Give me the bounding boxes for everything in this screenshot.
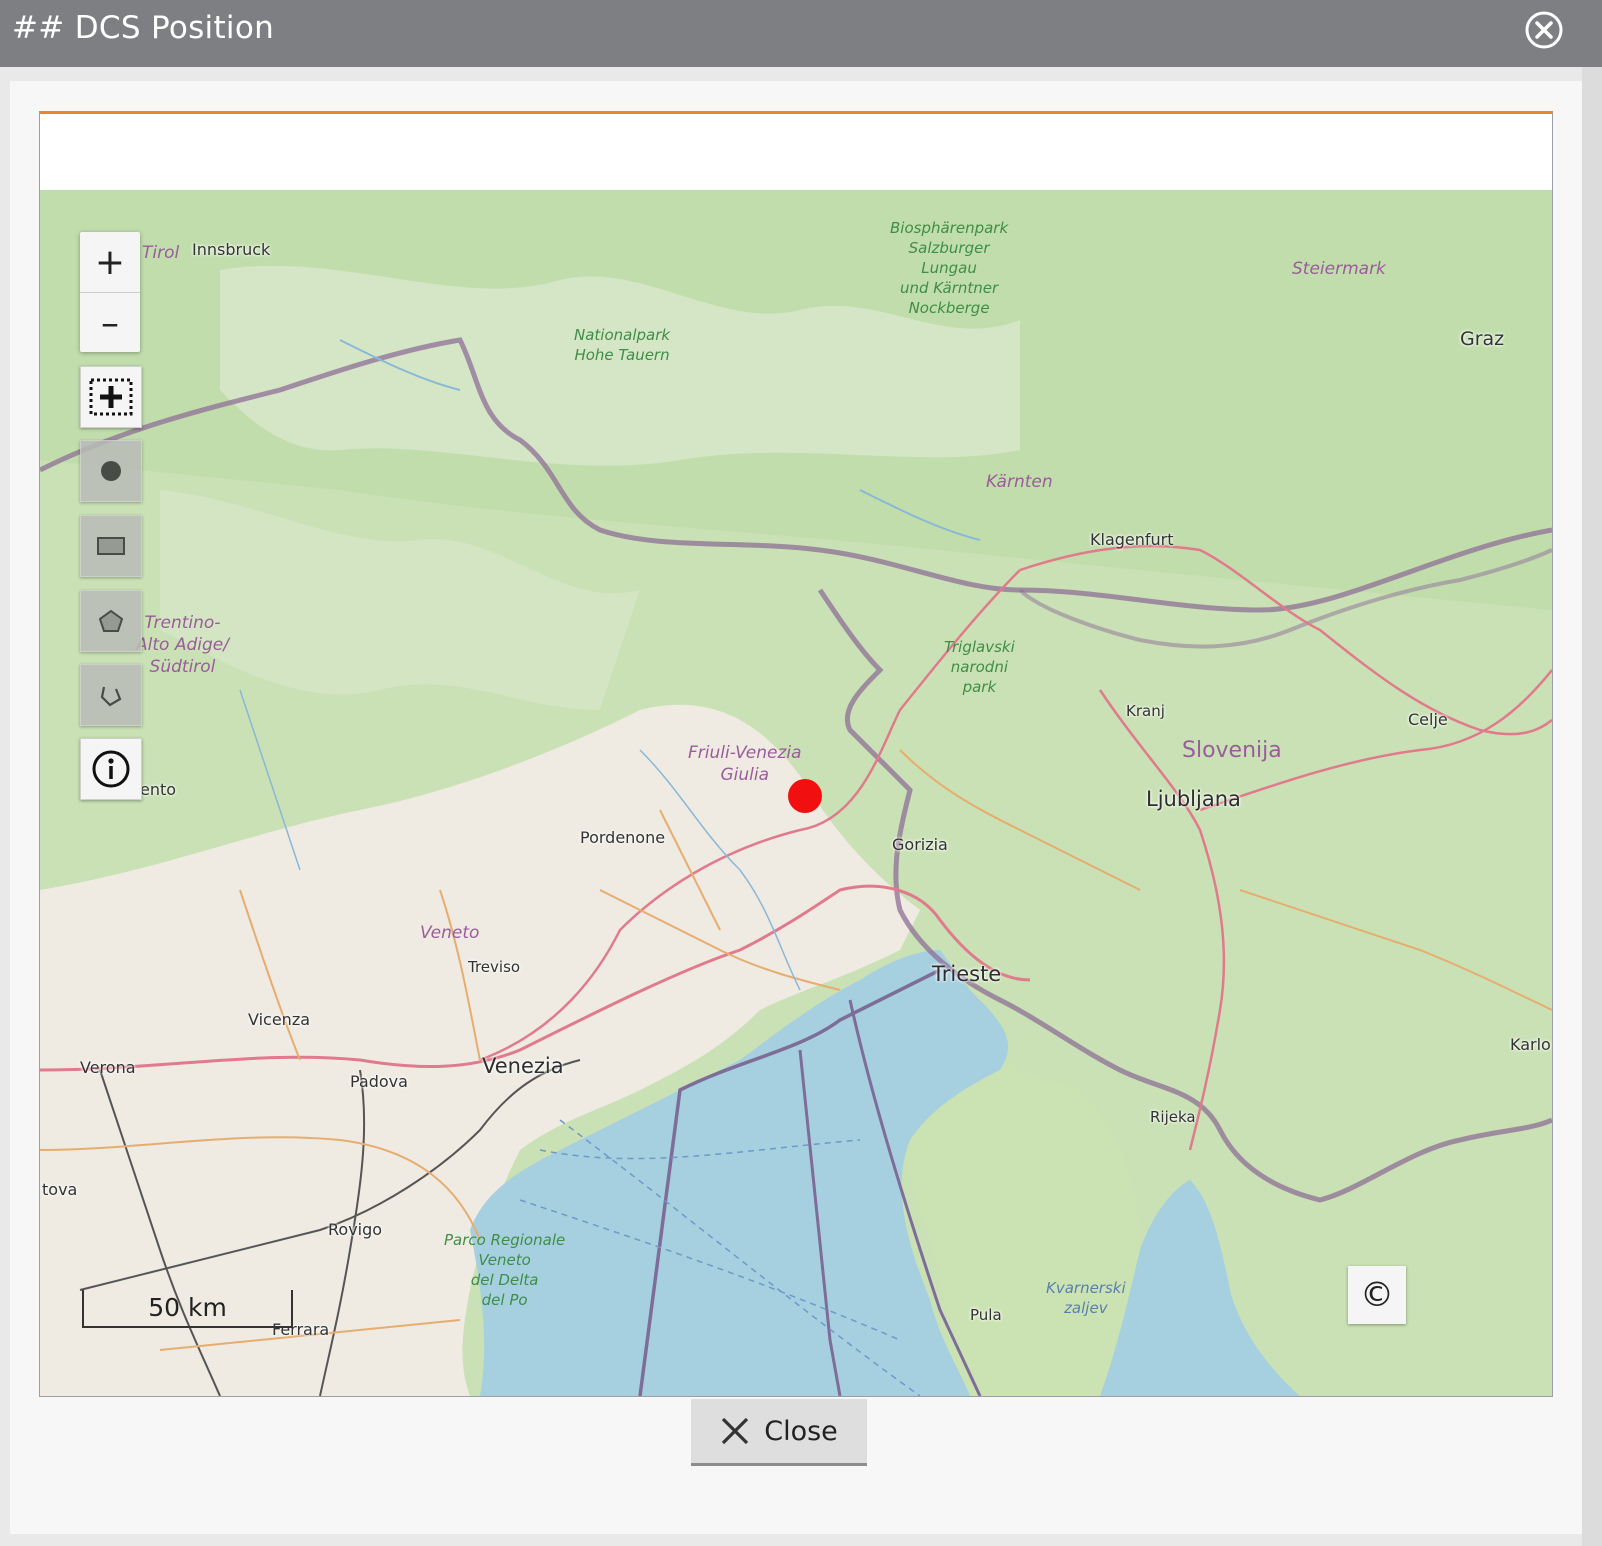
label-nationalpark: Nationalpark Hohe Tauern bbox=[574, 326, 671, 364]
zoom-control: + – bbox=[80, 232, 140, 352]
polygon-draw-button[interactable] bbox=[80, 590, 142, 652]
map-view[interactable]: Tirol Innsbruck Biosphärenpark Salzburger… bbox=[40, 190, 1552, 1396]
label-verona: Verona bbox=[80, 1058, 136, 1077]
label-parco: Parco Regionale Veneto del Delta del Po bbox=[444, 1231, 566, 1309]
attribution-button[interactable]: © bbox=[1348, 1266, 1406, 1324]
label-tirol: Tirol bbox=[142, 243, 180, 263]
polygon-draw-icon bbox=[98, 609, 124, 632]
freehand-draw-button[interactable] bbox=[80, 664, 142, 726]
label-vicenza: Vicenza bbox=[248, 1010, 311, 1029]
freehand-draw-icon bbox=[100, 686, 122, 707]
label-kranj: Kranj bbox=[1126, 702, 1165, 720]
map-header bbox=[40, 114, 1552, 190]
label-gorizia: Gorizia bbox=[892, 835, 948, 854]
label-karnten: Kärnten bbox=[986, 472, 1053, 492]
label-innsbruck: Innsbruck bbox=[192, 240, 271, 259]
map-frame: Tirol Innsbruck Biosphärenpark Salzburger… bbox=[39, 111, 1553, 1397]
label-ljubljana: Ljubljana bbox=[1146, 787, 1241, 811]
label-celje: Celje bbox=[1408, 710, 1448, 729]
label-pula: Pula bbox=[970, 1306, 1002, 1324]
scale-bar: 50 km bbox=[82, 1290, 293, 1328]
zoom-box-icon bbox=[89, 378, 133, 416]
zoom-box-button[interactable] bbox=[80, 366, 142, 428]
label-triglav: Triglavski narodni park bbox=[944, 638, 1015, 696]
label-kvarnerski: Kvarnerski zaljev bbox=[1046, 1279, 1126, 1317]
zoom-out-button[interactable]: – bbox=[80, 292, 140, 353]
label-karlo: Karlo bbox=[1510, 1035, 1551, 1054]
label-veneto: Veneto bbox=[420, 923, 480, 943]
info-button[interactable] bbox=[80, 738, 142, 800]
point-draw-button[interactable] bbox=[80, 440, 142, 502]
position-marker[interactable] bbox=[788, 779, 822, 813]
label-trentino: Trentino- Alto Adige/Südtirol bbox=[136, 613, 229, 677]
rectangle-draw-button[interactable] bbox=[80, 515, 142, 577]
scrollbar-track bbox=[1582, 67, 1602, 1546]
zoom-in-button[interactable]: + bbox=[80, 232, 140, 292]
label-biosphere: Biosphärenpark Salzburger Lungau und Kärntn… bbox=[890, 219, 1009, 317]
label-slovenija: Slovenija bbox=[1182, 738, 1282, 763]
rectangle-draw-icon bbox=[97, 537, 125, 555]
label-trieste: Trieste bbox=[932, 962, 1002, 986]
label-graz: Graz bbox=[1460, 328, 1505, 350]
label-pordenone: Pordenone bbox=[580, 828, 666, 847]
label-rovigo: Rovigo bbox=[328, 1220, 383, 1239]
close-circle-icon[interactable] bbox=[1524, 10, 1564, 50]
close-button[interactable]: Close bbox=[691, 1399, 867, 1466]
label-ento: ento bbox=[140, 780, 177, 799]
label-friuli: Friuli-Venezia Giulia bbox=[688, 743, 802, 785]
label-venezia: Venezia bbox=[482, 1054, 564, 1078]
label-steiermark: Steiermark bbox=[1292, 259, 1386, 279]
dialog-titlebar: ## DCS Position bbox=[0, 0, 1602, 67]
label-padova: Padova bbox=[350, 1072, 408, 1091]
info-icon bbox=[92, 750, 130, 788]
point-draw-icon bbox=[101, 461, 121, 481]
dialog-title: ## DCS Position bbox=[12, 10, 275, 46]
label-rijeka: Rijeka bbox=[1150, 1108, 1196, 1126]
close-button-label: Close bbox=[764, 1415, 838, 1447]
label-tova: tova bbox=[42, 1180, 78, 1199]
label-klagenfurt: Klagenfurt bbox=[1090, 530, 1174, 549]
close-icon bbox=[722, 1417, 749, 1445]
label-treviso: Treviso bbox=[468, 958, 521, 976]
